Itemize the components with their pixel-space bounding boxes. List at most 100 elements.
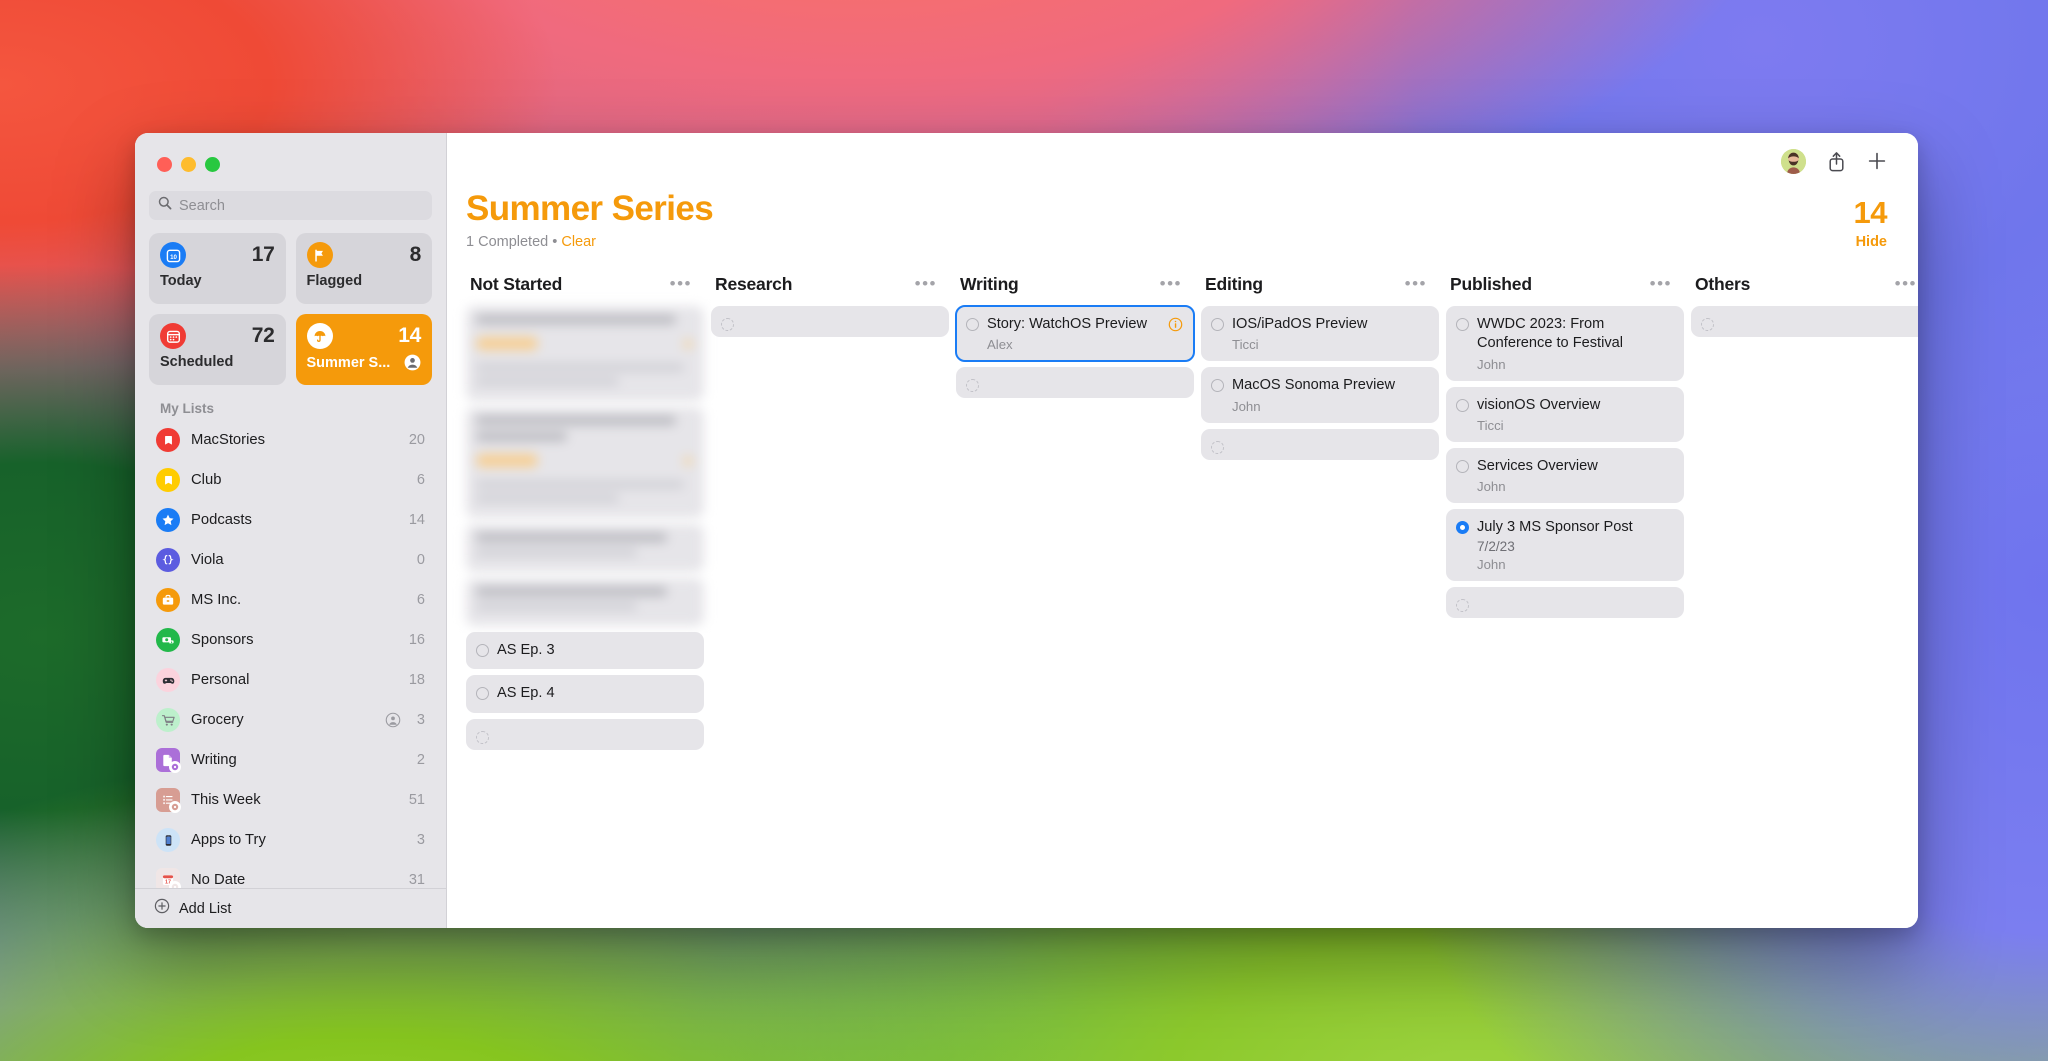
reminder-assignee: John [1477, 479, 1506, 495]
reminder-card[interactable]: AS Ep. 4 [466, 675, 704, 713]
sidebar-item-label: Viola [191, 552, 224, 568]
new-reminder-placeholder[interactable] [1201, 428, 1439, 460]
add-reminder-button[interactable] [1867, 151, 1887, 171]
sidebar-item-podcasts[interactable]: Podcasts 14 [145, 500, 436, 540]
checkbox-icon[interactable] [1211, 379, 1224, 393]
cart-icon [156, 708, 180, 732]
column-more-button[interactable]: ••• [1895, 275, 1917, 292]
column-cards: WWDC 2023: From Conference to Festival Jo… [1446, 306, 1684, 619]
bookmark-icon [156, 468, 180, 492]
checkbox-placeholder-icon [966, 379, 979, 393]
sidebar-item-count: 18 [408, 672, 425, 688]
column-more-button[interactable]: ••• [670, 275, 692, 292]
tile-summer-count: 14 [398, 324, 421, 347]
sidebar-item-club[interactable]: Club 6 [145, 460, 436, 500]
column-more-button[interactable]: ••• [915, 275, 937, 292]
money-icon [156, 628, 180, 652]
reminder-card[interactable]: WWDC 2023: From Conference to Festival Jo… [1446, 306, 1684, 381]
checkbox-checked-icon[interactable] [1456, 521, 1469, 535]
clear-button[interactable]: Clear [561, 234, 596, 250]
sidebar-item-count: 6 [416, 472, 425, 488]
sidebar-item-label: Writing [191, 752, 237, 768]
checkbox-icon[interactable] [1456, 318, 1469, 332]
column-cards: IOS/iPadOS Preview Ticci MacOS Sonoma Prev… [1201, 306, 1439, 460]
checkbox-icon[interactable] [1456, 398, 1469, 412]
reminder-title: Story: WatchOS Preview [987, 316, 1148, 333]
close-button[interactable] [157, 157, 172, 172]
sidebar-item-grocery[interactable]: Grocery 3 [145, 700, 436, 740]
column-header: Editing ••• [1201, 270, 1439, 298]
sidebar-item-count: 51 [408, 792, 425, 808]
new-reminder-placeholder[interactable] [1446, 587, 1684, 619]
avatar[interactable] [1781, 148, 1806, 174]
reminder-card[interactable]: visionOS Overview Ticci [1446, 386, 1684, 442]
checkbox-placeholder-icon [1701, 318, 1714, 332]
reminder-card[interactable]: IOS/iPadOS Preview Ticci [1201, 306, 1439, 362]
checkbox-icon[interactable] [1211, 318, 1224, 332]
checkbox-icon[interactable] [966, 318, 979, 332]
column-title: Writing [960, 273, 1019, 294]
new-reminder-placeholder[interactable] [466, 718, 704, 750]
sidebar-item-viola[interactable]: Viola 0 [145, 540, 436, 580]
flag-icon [306, 242, 333, 268]
info-icon[interactable] [1168, 317, 1183, 352]
tile-flagged-label: Flagged [306, 273, 363, 289]
reminder-card[interactable]: Services Overview John [1446, 447, 1684, 504]
checkbox-icon[interactable] [1456, 459, 1469, 473]
reminder-title: visionOS Overview [1477, 396, 1601, 413]
bookmark-icon [156, 428, 180, 452]
search-input[interactable]: Search [149, 191, 432, 220]
hide-button[interactable]: Hide [1854, 234, 1887, 250]
tile-summer-series[interactable]: 14 Summer S... [295, 314, 432, 385]
tile-today-label: Today [160, 273, 202, 289]
column-more-button[interactable]: ••• [1650, 275, 1672, 292]
checkbox-placeholder-icon [721, 318, 734, 332]
plus-circle-icon [154, 898, 170, 919]
column-title: Editing [1205, 273, 1263, 294]
sidebar-item-personal[interactable]: Personal 18 [145, 660, 436, 700]
checkbox-icon[interactable] [476, 644, 489, 658]
sidebar-item-sponsors[interactable]: Sponsors 16 [145, 620, 436, 660]
new-reminder-placeholder[interactable] [711, 306, 949, 338]
share-button[interactable] [1827, 151, 1846, 172]
completed-count-label: 1 Completed [466, 234, 549, 251]
board-column-writing: Writing ••• Story: WatchOS Preview Alex [955, 270, 1195, 928]
sidebar-item-label: Apps to Try [191, 832, 266, 848]
completed-status: 1 Completed • Clear [466, 234, 713, 250]
tile-today[interactable]: 10 17 Today [149, 233, 286, 304]
column-cards: AS Ep. 3 AS Ep. 4 [466, 306, 704, 750]
search-placeholder: Search [179, 197, 225, 214]
board-column-others: Others ••• [1691, 270, 1918, 928]
reminder-card[interactable]: MacOS Sonoma Preview John [1201, 367, 1439, 423]
minimize-button[interactable] [181, 157, 196, 172]
reminder-card-selected[interactable]: Story: WatchOS Preview Alex [955, 305, 1195, 363]
new-reminder-placeholder[interactable] [956, 367, 1194, 399]
maximize-button[interactable] [205, 157, 220, 172]
sidebar-item-count: 20 [408, 432, 425, 448]
sidebar-item-macstories[interactable]: MacStories 20 [145, 420, 436, 460]
sidebar-item-no-date[interactable]: 17 No Date 31 [145, 860, 436, 888]
board-column-editing: Editing ••• IOS/iPadOS Preview Ticci MacOS S… [1201, 270, 1439, 928]
sidebar-item-ms-inc[interactable]: MS Inc. 6 [145, 580, 436, 620]
tile-flagged[interactable]: 8 Flagged [295, 233, 432, 304]
sidebar-item-this-week[interactable]: This Week 51 [145, 780, 436, 820]
sidebar-item-apps-to-try[interactable]: Apps to Try 3 [145, 820, 436, 860]
desktop-wallpaper: Search 10 17 Today 8 Flagged 72 Schedule… [0, 0, 2048, 1061]
sidebar-item-count: 3 [416, 832, 425, 848]
add-list-button[interactable]: Add List [135, 888, 446, 928]
column-more-button[interactable]: ••• [1405, 275, 1427, 292]
calendar-day-icon: 10 [160, 242, 186, 268]
new-reminder-placeholder[interactable] [1691, 306, 1918, 338]
reminder-assignee: Ticci [1477, 417, 1504, 433]
sidebar-item-writing[interactable]: Writing 2 [145, 740, 436, 780]
checkbox-icon[interactable] [476, 687, 489, 701]
board-column-published: Published ••• WWDC 2023: From Conference t… [1446, 270, 1684, 928]
sidebar-item-label: Grocery [191, 712, 244, 728]
reminder-title: July 3 MS Sponsor Post [1477, 519, 1633, 536]
column-more-button[interactable]: ••• [1160, 275, 1182, 292]
smart-list-gear-icon [169, 801, 181, 813]
tile-scheduled[interactable]: 72 Scheduled [149, 314, 286, 385]
reminder-card[interactable]: July 3 MS Sponsor Post 7/2/23 John [1446, 509, 1684, 582]
reminder-card[interactable]: AS Ep. 3 [466, 632, 704, 670]
tile-flagged-count: 8 [409, 243, 422, 266]
